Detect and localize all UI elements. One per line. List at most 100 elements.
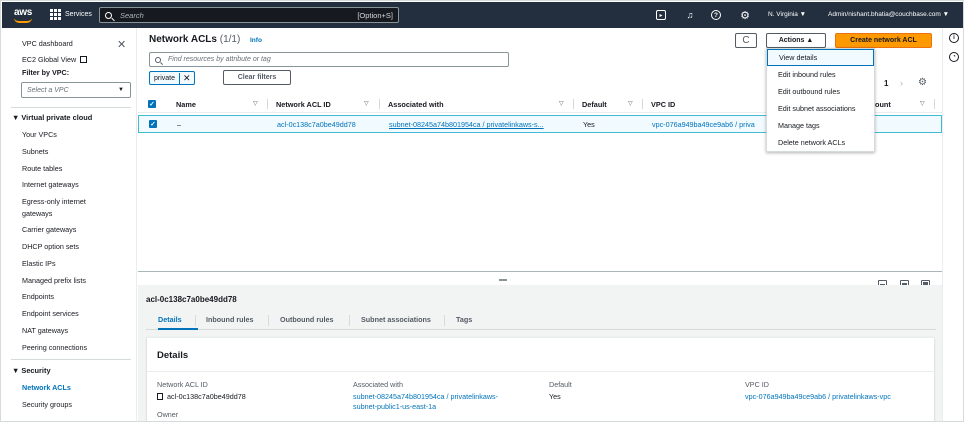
page-title: Network ACLs (1/1) — [149, 34, 241, 45]
section-security[interactable]: ▼ Security — [12, 366, 51, 375]
column-owner-account[interactable]: ount — [875, 100, 891, 109]
aws-smile-icon — [14, 18, 32, 23]
details-card-title: Details — [157, 350, 189, 361]
refresh-button[interactable]: C — [735, 33, 757, 48]
top-navigation: aws Services Search [Option+S] ▸ ♫ ? ⚙ N… — [2, 2, 963, 28]
sort-caret-icon[interactable]: ▽ — [253, 100, 258, 107]
sort-caret-icon[interactable]: ▽ — [559, 100, 564, 107]
active-tab-indicator — [158, 328, 198, 330]
sidebar-item-endpoints[interactable]: Endpoints — [22, 292, 54, 301]
filter-token: private ✕ — [149, 71, 195, 85]
menu-item-edit-inbound-rules[interactable]: Edit inbound rules — [767, 66, 874, 83]
vpc-id-link[interactable]: vpc-076a949ba49ce9ab6 / privatelinkaws-v… — [745, 392, 891, 402]
tab-outbound-rules[interactable]: Outbound rules — [280, 315, 334, 324]
details-card: Details Network ACL ID acl-0c138c7a0be49… — [147, 337, 934, 421]
right-utility-rail: i ◔ — [942, 28, 963, 421]
menu-item-edit-outbound-rules[interactable]: Edit outbound rules — [767, 83, 874, 100]
sidebar-item-subnets[interactable]: Subnets — [22, 147, 48, 156]
tab-details[interactable]: Details — [158, 315, 182, 324]
clear-filters-button[interactable]: Clear filters — [223, 70, 291, 85]
copy-icon[interactable] — [157, 393, 163, 400]
filter-input[interactable]: Find resources by attribute or tag — [149, 52, 509, 67]
associated-subnet-link-cont[interactable]: subnet-public1-us-east-1a — [353, 402, 498, 412]
select-all-checkbox[interactable]: ✓ — [148, 100, 156, 108]
sidebar-item-your-vpcs[interactable]: Your VPCs — [22, 130, 57, 139]
preferences-gear-icon[interactable]: ⚙ — [918, 77, 927, 88]
section-virtual-private-cloud[interactable]: ▼ Virtual private cloud — [12, 113, 92, 122]
sidebar-item-egress-only[interactable]: Egress-only internet — [22, 197, 86, 206]
gear-icon[interactable]: ⚙ — [739, 9, 751, 22]
divider — [147, 371, 934, 372]
sidebar-item-network-acls[interactable]: Network ACLs — [22, 383, 71, 392]
account-menu[interactable]: Admin/nishant.bhatia@couchbase.com ▼ — [828, 11, 949, 18]
tab-divider — [349, 315, 350, 326]
refresh-icon: C — [742, 35, 750, 46]
menu-item-view-details[interactable]: View details — [767, 49, 874, 66]
column-divider[interactable] — [379, 99, 380, 109]
menu-item-manage-tags[interactable]: Manage tags — [767, 117, 874, 134]
detail-tabs: Details Inbound rules Outbound rules Sub… — [146, 312, 936, 330]
tab-tags[interactable]: Tags — [456, 315, 472, 324]
browser-frame: aws Services Search [Option+S] ▸ ♫ ? ⚙ N… — [0, 0, 964, 422]
drag-handle-icon[interactable] — [499, 279, 507, 281]
sidebar-item-route-tables[interactable]: Route tables — [22, 164, 62, 173]
sort-caret-icon[interactable]: ▽ — [364, 100, 369, 107]
page-number[interactable]: 1 — [884, 79, 888, 88]
cell-vpc-id[interactable]: vpc-076a949ba49ce9ab6 / priva — [652, 120, 755, 129]
column-name[interactable]: Name — [176, 100, 196, 109]
sort-caret-icon[interactable]: ▽ — [628, 100, 633, 107]
aws-logo[interactable]: aws — [11, 6, 37, 24]
column-divider[interactable] — [573, 99, 574, 109]
sort-caret-icon[interactable]: ▽ — [920, 100, 925, 107]
sidebar-item-ec2-global-view[interactable]: EC2 Global View — [22, 55, 88, 64]
column-network-acl-id[interactable]: Network ACL ID — [276, 100, 331, 109]
column-divider[interactable] — [267, 99, 268, 109]
tab-inbound-rules[interactable]: Inbound rules — [206, 315, 254, 324]
column-divider[interactable] — [642, 99, 643, 109]
sidebar-item-endpoint-services[interactable]: Endpoint services — [22, 309, 79, 318]
region-selector[interactable]: N. Virginia ▼ — [768, 11, 806, 18]
sidebar-item-nat-gateways[interactable]: NAT gateways — [22, 326, 68, 335]
bell-icon[interactable]: ♫ — [684, 9, 696, 21]
vpc-filter-select[interactable]: Select a VPC ▼ — [21, 82, 131, 98]
actions-dropdown-menu: View details Edit inbound rules Edit out… — [766, 48, 875, 152]
main-content: Network ACLs (1/1) Info C Actions ▲ Crea… — [138, 28, 942, 421]
tab-divider — [444, 315, 445, 326]
cell-associated-with[interactable]: subnet-08245a74b801954ca / privatelinkaw… — [389, 120, 544, 129]
clock-icon[interactable]: ◔ — [949, 52, 959, 62]
sidebar-item-managed-prefix-lists[interactable]: Managed prefix lists — [22, 276, 86, 285]
column-default[interactable]: Default — [582, 100, 607, 109]
sidebar-item-carrier-gateways[interactable]: Carrier gateways — [22, 225, 76, 234]
sidebar-item-egress-only-cont[interactable]: gateways — [22, 209, 52, 218]
terminal-icon[interactable]: ▸ — [656, 10, 666, 20]
column-vpc-id[interactable]: VPC ID — [651, 100, 675, 109]
tab-subnet-associations[interactable]: Subnet associations — [361, 315, 431, 324]
menu-item-edit-subnet-associations[interactable]: Edit subnet associations — [767, 100, 874, 117]
actions-button[interactable]: Actions ▲ — [766, 33, 826, 48]
info-link[interactable]: Info — [250, 37, 262, 44]
services-menu[interactable]: Services — [50, 9, 92, 20]
sidebar-item-dhcp-option-sets[interactable]: DHCP option sets — [22, 242, 79, 251]
info-icon[interactable]: i — [949, 33, 959, 43]
split-panel-divider[interactable] — [138, 271, 942, 289]
sidebar-item-internet-gateways[interactable]: Internet gateways — [22, 180, 79, 189]
remove-filter-icon[interactable]: ✕ — [179, 72, 194, 84]
global-search-input[interactable]: Search [Option+S] — [99, 7, 399, 23]
column-associated-with[interactable]: Associated with — [388, 100, 444, 109]
cell-default: Yes — [583, 120, 595, 129]
create-network-acl-button[interactable]: Create network ACL — [835, 33, 932, 48]
cell-network-acl-id[interactable]: acl-0c138c7a0be49dd78 — [277, 120, 356, 129]
help-icon[interactable]: ? — [711, 10, 721, 20]
sidebar-item-elastic-ips[interactable]: Elastic IPs — [22, 259, 56, 268]
chevron-right-icon[interactable]: › — [900, 78, 903, 88]
column-divider[interactable] — [934, 99, 935, 109]
menu-item-delete-network-acls[interactable]: Delete network ACLs — [767, 134, 874, 151]
row-checkbox[interactable]: ✓ — [149, 120, 157, 128]
tab-divider — [195, 315, 196, 326]
associated-subnet-link[interactable]: subnet-08245a74b801954ca / privatelinkaw… — [353, 392, 498, 402]
sidebar-item-security-groups[interactable]: Security groups — [22, 400, 72, 409]
external-link-icon — [80, 56, 88, 63]
sidebar-item-vpc-dashboard[interactable]: VPC dashboard — [22, 39, 73, 48]
close-icon[interactable]: ✕ — [117, 38, 126, 51]
sidebar-item-peering-connections[interactable]: Peering connections — [22, 343, 87, 352]
